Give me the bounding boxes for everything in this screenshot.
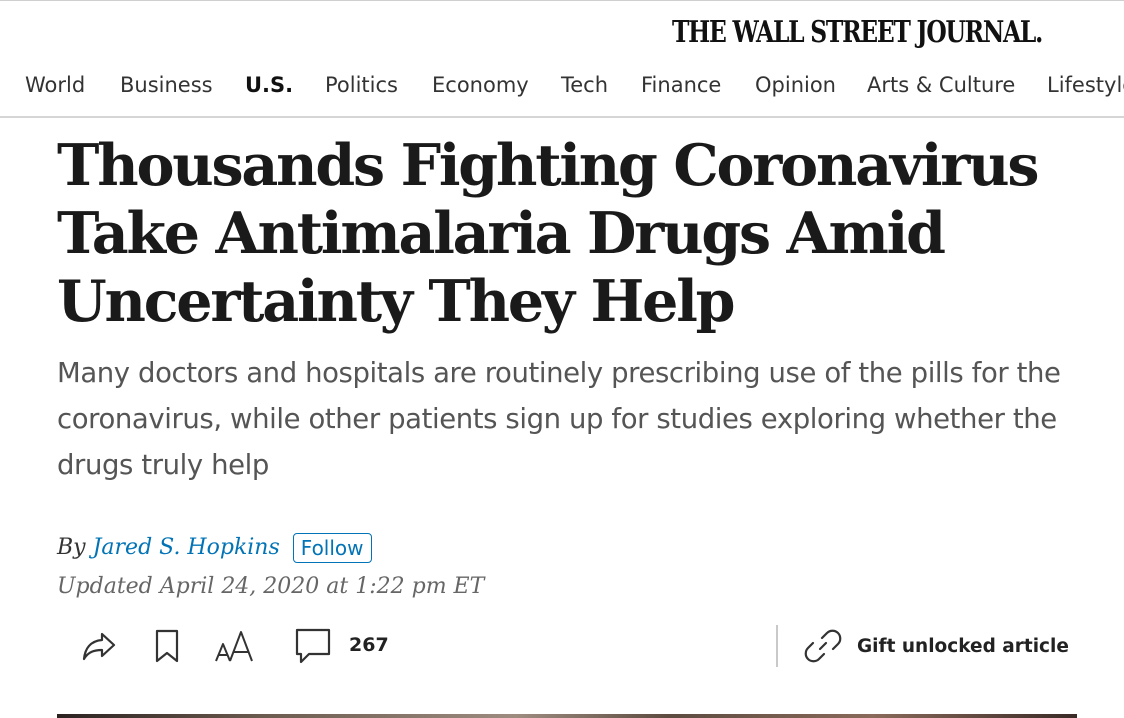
toolbar-divider	[776, 625, 778, 667]
section-nav: World Business U.S. Politics Economy Tec…	[0, 66, 1124, 104]
bookmark-button[interactable]	[145, 624, 189, 668]
nav-item-business[interactable]: Business	[120, 70, 213, 100]
text-size-button[interactable]	[213, 624, 257, 668]
follow-button[interactable]: Follow	[292, 533, 372, 563]
masthead: THE WALL STREET JOURNAL.	[0, 4, 1124, 60]
top-border	[0, 0, 1124, 1]
share-button[interactable]	[77, 624, 121, 668]
text-size-icon	[215, 631, 253, 662]
comments-button[interactable]	[291, 624, 335, 668]
wsj-logo[interactable]: THE WALL STREET JOURNAL.	[672, 14, 1043, 52]
nav-item-world[interactable]: World	[25, 70, 85, 100]
bookmark-icon	[155, 629, 179, 663]
article-headline: Thousands Fighting Coronavirus Take Anti…	[57, 132, 1039, 335]
nav-item-lifestyle[interactable]: Lifestyle	[1047, 70, 1124, 100]
link-icon	[804, 629, 842, 663]
gift-article-button[interactable]: Gift unlocked article	[803, 624, 1069, 668]
nav-item-politics[interactable]: Politics	[325, 70, 398, 100]
nav-item-economy[interactable]: Economy	[432, 70, 529, 100]
nav-divider	[0, 116, 1124, 118]
comment-count[interactable]: 267	[349, 632, 389, 658]
hero-image-edge	[57, 714, 1077, 718]
byline-prefix: By	[57, 535, 86, 560]
share-icon	[82, 632, 116, 661]
nav-item-us[interactable]: U.S.	[245, 70, 293, 100]
comment-icon	[295, 628, 331, 664]
article-dek: Many doctors and hospitals are routinely…	[57, 357, 1061, 481]
nav-item-tech[interactable]: Tech	[561, 70, 608, 100]
article-toolbar: 267 Gift unlocked article	[57, 620, 1077, 672]
author-link[interactable]: Jared S. Hopkins	[93, 535, 280, 560]
nav-item-finance[interactable]: Finance	[641, 70, 721, 100]
updated-timestamp: Updated April 24, 2020 at 1:22 pm ET	[57, 574, 485, 599]
nav-item-opinion[interactable]: Opinion	[755, 70, 836, 100]
nav-item-arts-culture[interactable]: Arts & Culture	[867, 70, 1015, 100]
byline: By Jared S. Hopkins Follow	[57, 532, 372, 564]
gift-article-label: Gift unlocked article	[857, 635, 1069, 657]
